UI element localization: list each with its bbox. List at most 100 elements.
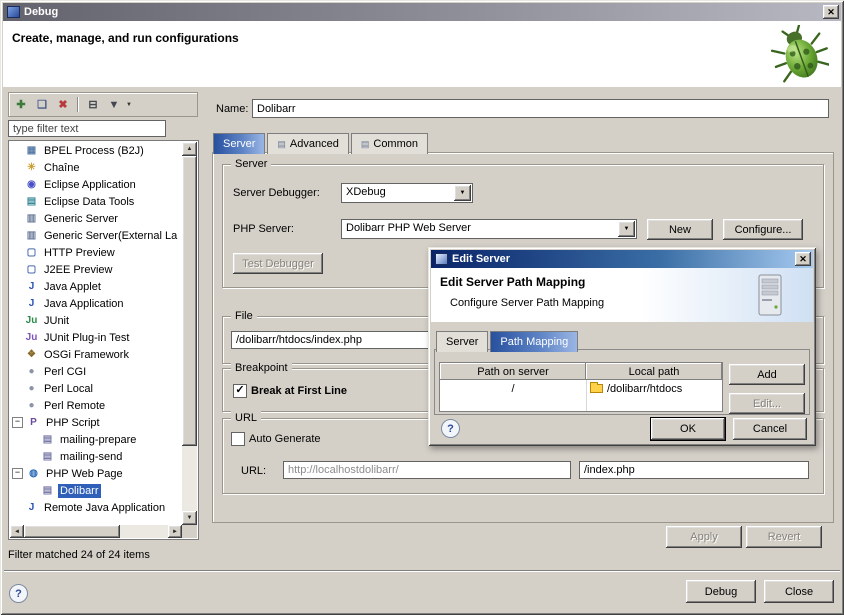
name-label: Name: — [216, 103, 248, 115]
chevron-down-icon[interactable]: ▼ — [454, 185, 471, 201]
tree-item-generic-server-external-la[interactable]: ▥Generic Server(External La — [10, 227, 182, 244]
perl-icon: ● — [24, 400, 39, 411]
phpfile-icon: ▤ — [40, 434, 55, 445]
edit-mapping-button[interactable]: Edit... — [729, 393, 805, 414]
vertical-scroll-thumb[interactable] — [182, 156, 197, 446]
url-group-legend: URL — [231, 411, 261, 425]
tree-item-label: PHP Script — [44, 416, 102, 430]
add-mapping-button[interactable]: Add — [729, 364, 805, 385]
filter-status: Filter matched 24 of 24 items — [8, 549, 150, 561]
break-first-line-checkbox[interactable]: ✓ — [233, 384, 247, 398]
phpfile-icon: ▤ — [40, 451, 55, 462]
cancel-button[interactable]: Cancel — [733, 418, 807, 440]
tree-item-mailing-send[interactable]: ▤mailing-send — [10, 448, 182, 465]
perl-icon: ● — [24, 383, 39, 394]
name-input[interactable] — [252, 99, 829, 118]
configuration-tree-box: ▦BPEL Process (B2J)✳Chaîne◉Eclipse Appli… — [8, 140, 199, 540]
tab-icon: ▤ — [361, 139, 370, 150]
close-window-button[interactable]: ✕ — [823, 5, 839, 19]
filter-menu-arrow[interactable]: ▼ — [126, 102, 132, 108]
server-icon: ▥ — [24, 213, 39, 224]
tree-item-j2ee-preview[interactable]: ▢J2EE Preview — [10, 261, 182, 278]
scroll-right-button[interactable]: ► — [168, 525, 182, 538]
delete-configuration-icon[interactable]: ✖ — [54, 96, 72, 113]
tree-item-label: Perl CGI — [42, 365, 88, 379]
tree-item-label: HTTP Preview — [42, 246, 117, 260]
help-icon[interactable]: ? — [9, 584, 28, 603]
tree-item-eclipse-data-tools[interactable]: ▤Eclipse Data Tools — [10, 193, 182, 210]
url-label: URL: — [241, 465, 266, 477]
tree-item-label: JUnit — [42, 314, 71, 328]
dialog-close-button[interactable]: ✕ — [795, 252, 811, 266]
tree-item-osgi-framework[interactable]: ❖OSGi Framework — [10, 346, 182, 363]
phpweb-icon: ◍ — [26, 468, 41, 479]
tree-item-perl-remote[interactable]: ●Perl Remote — [10, 397, 182, 414]
horizontal-scroll-thumb[interactable] — [24, 525, 120, 538]
scroll-down-button[interactable]: ▼ — [182, 511, 197, 525]
tree-item-php-script[interactable]: −PPHP Script — [10, 414, 182, 431]
tree-item-dolibarr[interactable]: ▤Dolibarr — [10, 482, 182, 499]
chevron-down-icon[interactable]: ▼ — [618, 221, 635, 237]
bpel-icon: ▦ — [24, 145, 39, 156]
tab-common[interactable]: ▤ Common — [351, 133, 428, 154]
tree-item-bpel-process-b2j[interactable]: ▦BPEL Process (B2J) — [10, 142, 182, 159]
tree-item-junit[interactable]: JuJUnit — [10, 312, 182, 329]
tree-item-label: Generic Server(External La — [42, 229, 179, 243]
dialog-button-bar: ? OK Cancel — [431, 415, 813, 443]
duplicate-configuration-icon[interactable]: ❏ — [33, 96, 51, 113]
dialog-tab-server[interactable]: Server — [436, 331, 488, 352]
applet-icon: J — [24, 281, 39, 292]
apply-button[interactable]: Apply — [666, 526, 742, 548]
configure-server-button[interactable]: Configure... — [723, 219, 803, 240]
revert-button[interactable]: Revert — [746, 526, 822, 548]
tree-item-mailing-prepare[interactable]: ▤mailing-prepare — [10, 431, 182, 448]
close-button[interactable]: Close — [764, 580, 834, 603]
table-row-path[interactable]: / — [440, 380, 586, 397]
tree-item-java-applet[interactable]: JJava Applet — [10, 278, 182, 295]
tab-server[interactable]: Server — [213, 133, 265, 154]
tree-item-http-preview[interactable]: ▢HTTP Preview — [10, 244, 182, 261]
tree-item-remote-java-application[interactable]: JRemote Java Application — [10, 499, 182, 516]
tree-item-cha-ne[interactable]: ✳Chaîne — [10, 159, 182, 176]
tree-item-label: BPEL Process (B2J) — [42, 144, 146, 158]
tree-item-generic-server[interactable]: ▥Generic Server — [10, 210, 182, 227]
auto-generate-checkbox[interactable] — [231, 432, 245, 446]
filter-icon[interactable]: ▼ — [105, 96, 123, 113]
dialog-tab-path-mapping[interactable]: Path Mapping — [490, 331, 578, 352]
window-titlebar[interactable]: Debug ✕ — [3, 3, 841, 21]
scroll-up-button[interactable]: ▲ — [182, 142, 197, 156]
php-server-label: PHP Server: — [233, 223, 294, 235]
scroll-left-button[interactable]: ◄ — [10, 525, 24, 538]
filter-input[interactable] — [8, 120, 166, 137]
ok-button[interactable]: OK — [651, 418, 725, 440]
tree-item-label: mailing-send — [58, 450, 124, 464]
tree-expand-handle[interactable]: − — [12, 468, 23, 479]
tree-item-perl-local[interactable]: ●Perl Local — [10, 380, 182, 397]
new-server-button[interactable]: New — [647, 219, 713, 240]
dialog-titlebar[interactable]: Edit Server ✕ — [431, 250, 813, 268]
collapse-all-icon[interactable]: ⊟ — [84, 96, 102, 113]
table-row-local[interactable]: /dolibarr/htdocs — [586, 380, 722, 397]
column-header-path-on-server[interactable]: Path on server — [440, 363, 586, 380]
tree-expand-handle[interactable]: − — [12, 417, 23, 428]
server-debugger-combo[interactable]: XDebug ▼ — [341, 183, 473, 203]
tree-horizontal-scrollbar[interactable]: ◄ ► — [10, 525, 182, 538]
folder-icon — [590, 384, 603, 393]
test-debugger-button[interactable]: Test Debugger — [233, 253, 323, 274]
tree-vertical-scrollbar[interactable]: ▲ ▼ — [182, 142, 197, 525]
debug-button[interactable]: Debug — [686, 580, 756, 603]
tree-item-label: Java Applet — [42, 280, 103, 294]
tree-item-junit-plug-in-test[interactable]: JuJUnit Plug-in Test — [10, 329, 182, 346]
tree-item-eclipse-application[interactable]: ◉Eclipse Application — [10, 176, 182, 193]
tree-item-java-application[interactable]: JJava Application — [10, 295, 182, 312]
url-path-input[interactable] — [579, 461, 809, 479]
dialog-tabs: Server Path Mapping — [436, 331, 580, 352]
tree-item-php-web-page[interactable]: −◍PHP Web Page — [10, 465, 182, 482]
tab-advanced[interactable]: ▤ Advanced — [267, 133, 348, 154]
new-configuration-icon[interactable]: ✚ — [12, 96, 30, 113]
file-group-legend: File — [231, 309, 257, 323]
dialog-help-icon[interactable]: ? — [441, 419, 460, 438]
php-server-combo[interactable]: Dolibarr PHP Web Server ▼ — [341, 219, 637, 239]
column-header-local-path[interactable]: Local path — [586, 363, 722, 380]
tree-item-perl-cgi[interactable]: ●Perl CGI — [10, 363, 182, 380]
